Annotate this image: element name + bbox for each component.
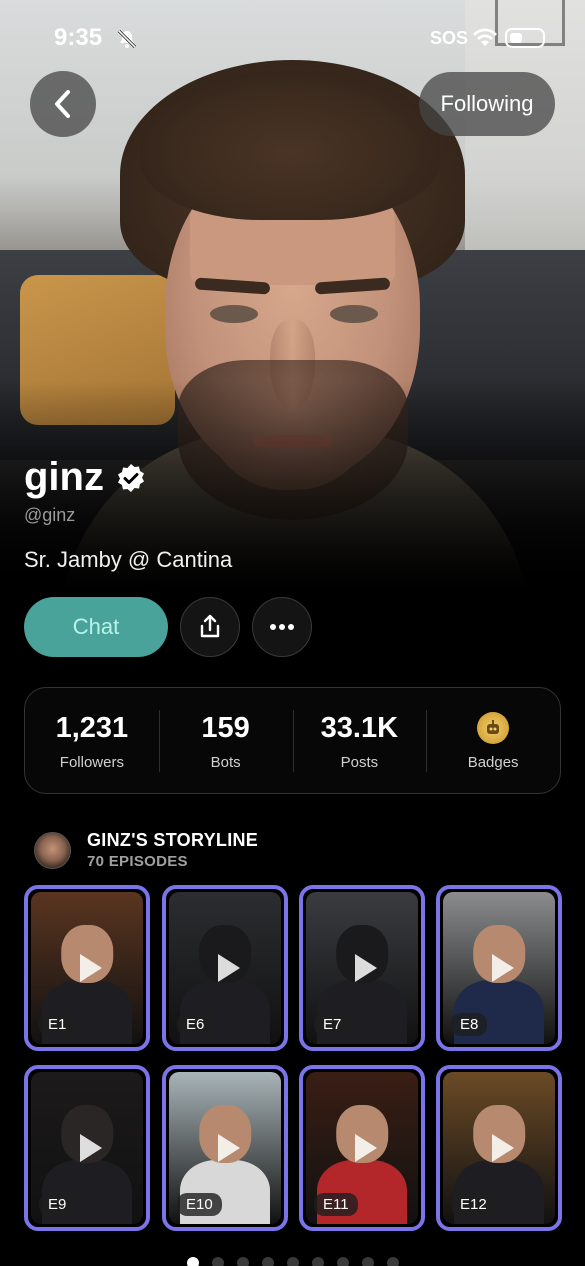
- episode-card[interactable]: E7: [299, 885, 425, 1051]
- episode-card[interactable]: E1: [24, 885, 150, 1051]
- play-icon: [355, 1134, 377, 1162]
- play-icon: [218, 954, 240, 982]
- episode-card[interactable]: E11: [299, 1065, 425, 1231]
- status-time: 9:35: [54, 24, 103, 51]
- episode-card[interactable]: E8: [436, 885, 562, 1051]
- episode-label: E1: [39, 1013, 76, 1036]
- stat-label: Posts: [340, 754, 379, 771]
- chat-button[interactable]: Chat: [24, 597, 168, 657]
- stat-bots[interactable]: 159 Bots: [158, 688, 293, 793]
- episode-card[interactable]: E9: [24, 1065, 150, 1231]
- episode-thumbnail: E1: [31, 892, 143, 1044]
- robot-badge-icon: [477, 712, 510, 744]
- episode-card[interactable]: E6: [162, 885, 288, 1051]
- wifi-icon: [472, 26, 498, 53]
- page-dot[interactable]: [186, 1257, 199, 1266]
- silent-bell-icon: [116, 28, 138, 55]
- status-bar: 9:35 SOS: [0, 24, 585, 54]
- profile-name-row: ginz: [24, 455, 146, 500]
- play-icon: [80, 954, 102, 982]
- page-dot[interactable]: [311, 1257, 324, 1266]
- page-dot[interactable]: [386, 1257, 399, 1266]
- page-dot[interactable]: [236, 1257, 249, 1266]
- page-dot[interactable]: [261, 1257, 274, 1266]
- play-icon: [492, 954, 514, 982]
- episode-card[interactable]: E10: [162, 1065, 288, 1231]
- chevron-left-icon: [55, 90, 70, 118]
- share-button[interactable]: [180, 597, 240, 657]
- play-icon: [80, 1134, 102, 1162]
- episode-label: E6: [177, 1013, 214, 1036]
- profile-bio: Sr. Jamby @ Cantina: [24, 547, 233, 572]
- episode-thumbnail: E12: [443, 1072, 555, 1224]
- page-dot[interactable]: [286, 1257, 299, 1266]
- stat-value: 159: [201, 711, 250, 744]
- stat-value: 1,231: [55, 711, 129, 744]
- carrier-text: SOS: [430, 28, 469, 48]
- stat-posts[interactable]: 33.1K Posts: [292, 688, 427, 793]
- storyline-title: GINZ'S STORYLINE: [87, 830, 259, 850]
- page-dot[interactable]: [361, 1257, 374, 1266]
- avatar: [34, 831, 71, 869]
- episode-label: E12: [451, 1193, 496, 1216]
- page-dot[interactable]: [336, 1257, 349, 1266]
- episode-label: E10: [177, 1193, 222, 1216]
- stat-label: Badges: [467, 754, 519, 771]
- share-icon: [200, 614, 220, 638]
- back-button[interactable]: [30, 71, 96, 137]
- episode-card[interactable]: E12: [436, 1065, 562, 1231]
- following-button[interactable]: Following: [419, 72, 555, 136]
- play-icon: [355, 954, 377, 982]
- verified-badge-icon: [117, 463, 144, 492]
- episode-label: E7: [314, 1013, 351, 1036]
- episode-label: E9: [39, 1193, 76, 1216]
- pagination-dots: [0, 1257, 585, 1266]
- episode-label: E8: [451, 1013, 488, 1036]
- play-icon: [218, 1134, 240, 1162]
- stat-label: Followers: [59, 754, 124, 771]
- page-dot[interactable]: [211, 1257, 224, 1266]
- stat-label: Bots: [210, 754, 241, 771]
- episode-thumbnail: E6: [169, 892, 281, 1044]
- episode-thumbnail: E8: [443, 892, 555, 1044]
- more-options-button[interactable]: [252, 597, 312, 657]
- battery-icon: [505, 28, 545, 48]
- stats-card: 1,231 Followers 159 Bots 33.1K Posts Bad…: [24, 687, 561, 794]
- badge-icon-wrap: [477, 710, 510, 746]
- episode-thumbnail: E7: [306, 892, 418, 1044]
- episode-thumbnail: E9: [31, 1072, 143, 1224]
- stat-badges[interactable]: Badges: [426, 688, 560, 793]
- stat-value: 33.1K: [320, 711, 399, 744]
- episode-label: E11: [314, 1193, 358, 1216]
- profile-handle: @ginz: [24, 505, 76, 525]
- episode-thumbnail: E11: [306, 1072, 418, 1224]
- profile-name: ginz: [24, 455, 104, 499]
- play-icon: [492, 1134, 514, 1162]
- episode-thumbnail: E10: [169, 1072, 281, 1224]
- storyline-episode-count: 70 EPISODES: [87, 853, 188, 870]
- ellipsis-icon: [270, 624, 294, 630]
- stat-followers[interactable]: 1,231 Followers: [25, 688, 159, 793]
- storyline-header[interactable]: GINZ'S STORYLINE 70 EPISODES: [34, 830, 258, 870]
